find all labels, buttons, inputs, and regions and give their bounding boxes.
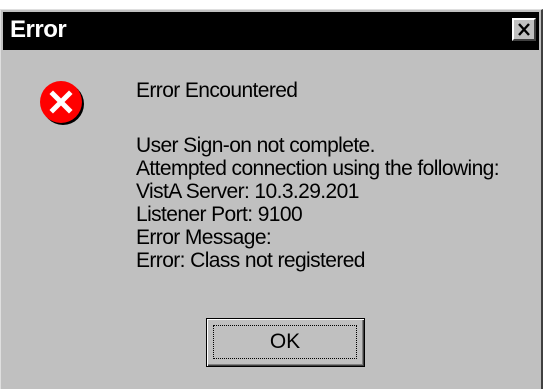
error-dialog: Error Error Encountered User Sign-on not… [0,9,543,389]
error-heading: Error Encountered [136,79,298,102]
close-button[interactable] [512,18,536,41]
window-title: Error [10,16,67,43]
message-line: Listener Port: 9100 [136,203,303,226]
ok-button[interactable]: OK [206,318,365,367]
ok-button-label: OK [213,325,357,359]
message-line: Attempted connection using the following… [136,157,500,180]
title-bar[interactable]: Error [3,12,539,50]
close-icon [517,23,531,36]
message-line: Error Message: [136,226,272,249]
message-line: VistA Server: 10.3.29.201 [136,180,359,203]
message-line: Error: Class not registered [136,249,365,272]
error-icon [39,80,85,126]
message-line: User Sign-on not complete. [136,134,375,157]
